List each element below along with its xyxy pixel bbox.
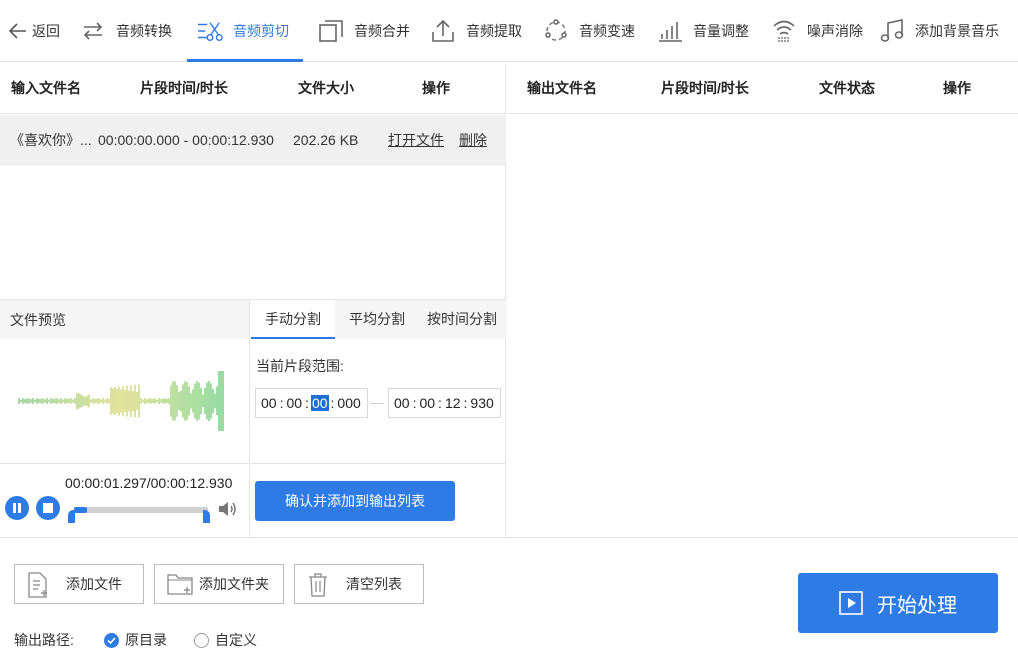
start-processing-button[interactable]: 开始处理 [798,573,998,633]
volume-bars-icon [657,18,683,44]
file-name: 《喜欢你》... [10,132,92,148]
add-folder-label: 添加文件夹 [199,576,269,592]
tab-label: 音频提取 [466,23,522,39]
audio-player: 00:00:01.297/00:00:12.930 [0,463,250,537]
tab-label: 音频合并 [354,23,410,39]
tab-audio-extract[interactable]: 音频提取 [430,0,522,62]
speed-icon [543,18,569,44]
toolbar: 返回 音频转换 音频剪切 音频合并 音频提取 音频变速 音量调整 噪声消除 添加… [0,0,1018,62]
range-start-handle[interactable] [68,510,75,523]
preview-title: 文件预览 [0,299,250,339]
input-table-header: 输入文件名 片段时间/时长 文件大小 操作 [0,63,505,114]
tab-label: 音频转换 [116,23,172,39]
start-milliseconds[interactable]: 000 [336,395,361,411]
delete-link[interactable]: 删除 [459,115,487,165]
extract-icon [430,18,456,44]
start-label: 开始处理 [877,594,957,617]
tab-label: 音频变速 [579,23,635,39]
end-hours[interactable]: 00 [393,395,411,411]
stop-button[interactable] [36,496,60,520]
split-mode-tabs: 手动分割 平均分割 按时间分割 [251,299,506,339]
pause-icon [12,500,22,516]
range-separator [370,403,384,404]
add-folder-button[interactable]: 添加文件夹 [154,564,284,604]
radio-custom-dir[interactable]: 自定义 [194,630,257,650]
merge-icon [318,18,344,44]
column-header: 输出文件名 [527,80,597,96]
clear-list-button[interactable]: 清空列表 [294,564,424,604]
music-note-icon [879,18,905,44]
start-time-input[interactable]: 00: 00: 00: 000 [255,388,368,418]
tab-add-bgm[interactable]: 添加背景音乐 [879,0,999,62]
seek-bar-fill [74,507,88,513]
column-header: 输入文件名 [11,80,81,96]
start-minutes[interactable]: 00 [285,395,303,411]
scissors-icon [197,18,223,44]
range-end-handle[interactable] [203,510,210,523]
file-range: 00:00:00.000 - 00:00:12.930 [98,132,274,148]
column-header: 片段时间/时长 [140,80,228,96]
column-header: 片段时间/时长 [661,80,749,96]
confirm-add-button[interactable]: 确认并添加到输出列表 [255,481,455,521]
end-minutes[interactable]: 00 [418,395,436,411]
arrow-left-icon [8,18,28,44]
split-action-area: 确认并添加到输出列表 [251,463,506,537]
seek-bar[interactable] [74,507,208,513]
speaker-icon[interactable] [218,500,238,521]
tab-volume-adjust[interactable]: 音量调整 [657,0,749,62]
tab-label: 添加背景音乐 [915,23,999,39]
radio-empty-icon [194,632,209,648]
column-header: 操作 [943,80,971,96]
range-label: 当前片段范围: [256,358,344,374]
end-milliseconds[interactable]: 930 [469,395,494,411]
split-panel: 当前片段范围: 00: 00: 00: 000 00: 00: 12: 930 [251,339,506,463]
bottom-bar: 添加文件 添加文件夹 清空列表 输出路径: 原目录 自定义 开始处理 [0,537,1018,667]
back-label: 返回 [32,23,60,39]
output-path-label: 输出路径: [14,632,74,648]
end-time-input[interactable]: 00: 00: 12: 930 [388,388,501,418]
column-header: 操作 [422,80,450,96]
tab-label: 音频剪切 [233,23,289,39]
convert-icon [80,18,106,44]
tab-audio-cut[interactable]: 音频剪切 [187,0,303,62]
output-panel: 输出文件名 片段时间/时长 文件状态 操作 [507,63,1018,537]
pause-button[interactable] [5,496,29,520]
end-seconds[interactable]: 12 [444,395,462,411]
file-size: 202.26 KB [293,132,359,148]
playback-time: 00:00:01.297/00:00:12.930 [65,475,233,491]
clear-list-label: 清空列表 [346,576,402,592]
tab-average-split[interactable]: 平均分割 [337,300,417,339]
start-seconds[interactable]: 00 [310,395,329,411]
tab-audio-convert[interactable]: 音频转换 [80,0,172,62]
column-header: 文件大小 [298,80,354,96]
output-table-header: 输出文件名 片段时间/时长 文件状态 操作 [507,63,1018,114]
waveform [0,339,250,463]
waveform-graphic [18,371,224,431]
radio-label: 原目录 [125,632,167,648]
tab-noise-removal[interactable]: 噪声消除 [771,0,863,62]
tab-audio-speed[interactable]: 音频变速 [543,0,635,62]
tab-time-split[interactable]: 按时间分割 [419,300,505,339]
tab-label: 噪声消除 [807,23,863,39]
open-file-link[interactable]: 打开文件 [388,115,444,165]
table-row[interactable]: 《喜欢你》... 00:00:00.000 - 00:00:12.930 202… [0,115,506,165]
tab-manual-split[interactable]: 手动分割 [251,300,335,339]
tab-audio-merge[interactable]: 音频合并 [318,0,410,62]
stop-icon [43,500,53,516]
column-header: 文件状态 [819,80,875,96]
radio-label: 自定义 [215,632,257,648]
add-file-label: 添加文件 [66,576,122,592]
radio-original-dir[interactable]: 原目录 [104,630,167,650]
add-file-button[interactable]: 添加文件 [14,564,144,604]
input-panel: 输入文件名 片段时间/时长 文件大小 操作 《喜欢你》... 00:00:00.… [0,63,506,537]
radio-checked-icon [104,632,119,648]
noise-icon [771,18,797,44]
tab-label: 音量调整 [693,23,749,39]
play-icon [839,591,863,615]
start-hours[interactable]: 00 [260,395,278,411]
back-button[interactable]: 返回 [8,0,60,62]
